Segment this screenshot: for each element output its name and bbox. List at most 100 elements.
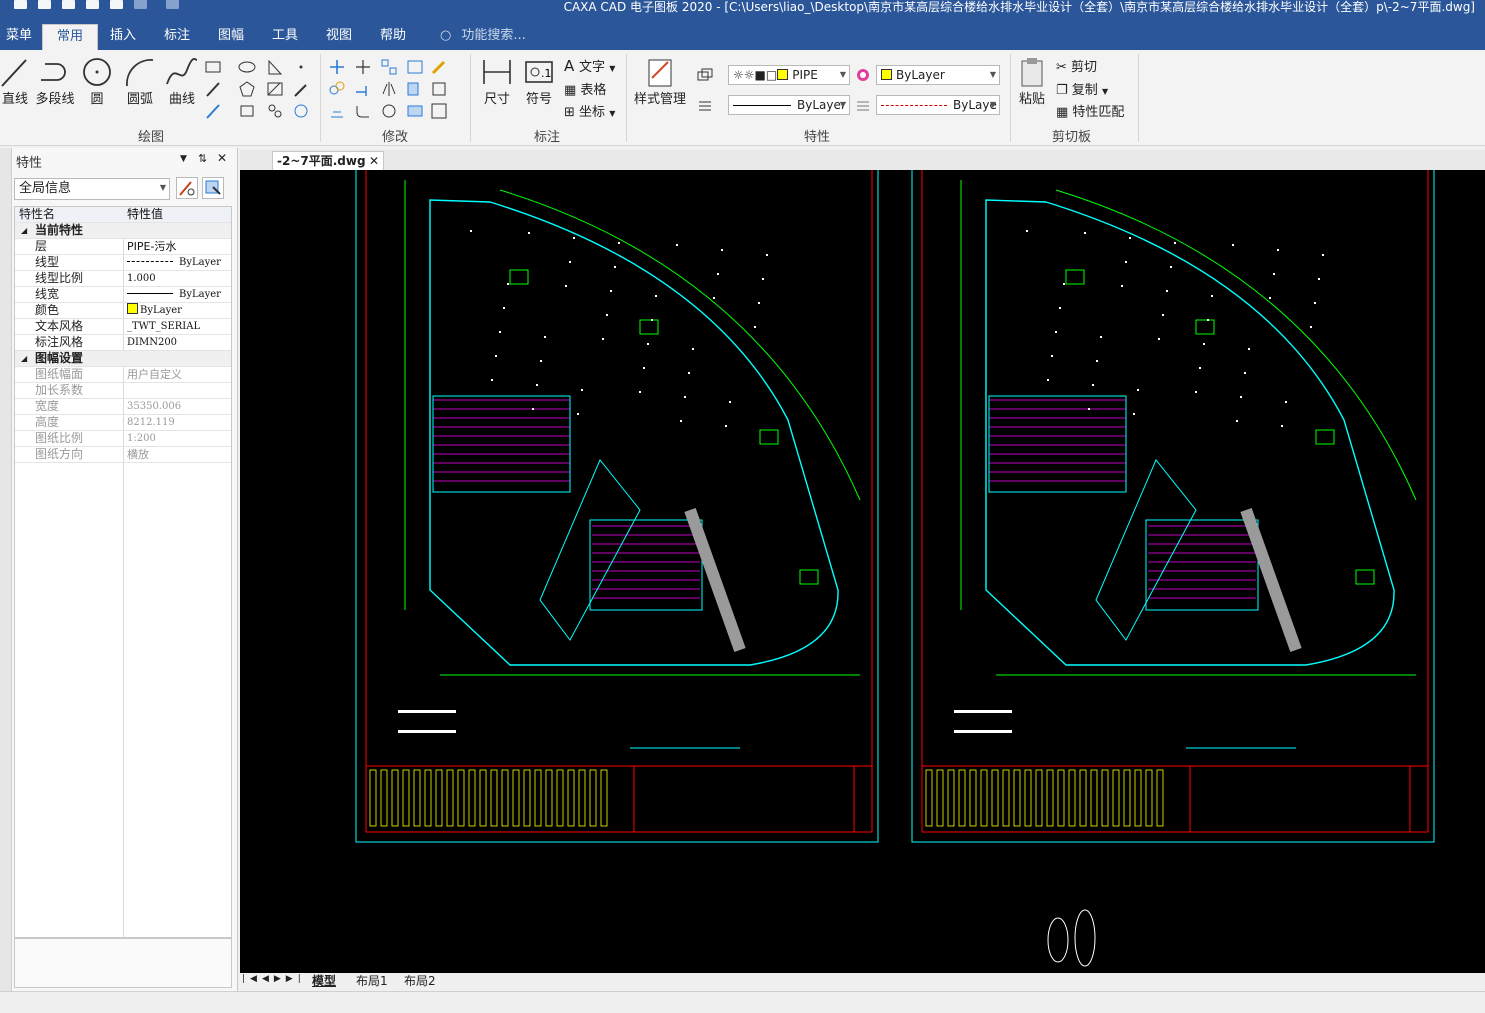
symbol-button[interactable]: .1 符号: [520, 56, 558, 107]
wipe-icon[interactable]: [238, 102, 256, 120]
prop-row-linetype-scale[interactable]: 线型比例 1.000: [15, 271, 231, 287]
text-button[interactable]: A 文字 ▼: [564, 56, 615, 75]
undo-icon[interactable]: [134, 0, 147, 9]
drawing-canvas[interactable]: [240, 170, 1485, 973]
tab-tools[interactable]: 工具: [266, 24, 304, 50]
select-objects-button[interactable]: [202, 177, 224, 199]
prop-row-text-style[interactable]: 文本风格 _TWT_SERIAL: [15, 319, 231, 335]
prop-row-sheet-size[interactable]: 图纸幅面 用户自定义: [15, 367, 231, 383]
property-description-pane: [14, 938, 232, 988]
lineweight-icon[interactable]: [854, 96, 872, 114]
close-tab-icon[interactable]: ✕: [369, 152, 379, 170]
dimension-button[interactable]: 尺寸: [478, 56, 516, 107]
print-icon[interactable]: [110, 0, 123, 9]
line-button[interactable]: 直线: [0, 56, 30, 107]
mirror-icon[interactable]: [380, 80, 398, 98]
layer-combo[interactable]: ☼☼■□ PIPE ▼: [728, 65, 850, 85]
new-file-icon[interactable]: [14, 0, 27, 9]
pin-icon[interactable]: ⇅: [198, 152, 207, 165]
extend-icon[interactable]: [354, 80, 372, 98]
quick-select-button[interactable]: [176, 177, 198, 199]
rotate-icon[interactable]: [380, 102, 398, 120]
close-icon[interactable]: ✕: [217, 151, 227, 165]
prop-row-linetype[interactable]: 线型 ByLayer: [15, 255, 231, 271]
prop-row-width[interactable]: 宽度 35350.006: [15, 399, 231, 415]
paste-button[interactable]: 粘贴: [1014, 56, 1050, 107]
tab-common[interactable]: 常用: [42, 24, 99, 50]
hatch-icon[interactable]: [266, 80, 284, 98]
offset-icon[interactable]: [328, 102, 346, 120]
tab-annotate[interactable]: 标注: [158, 24, 196, 50]
color-combo[interactable]: ByLayer ▼: [876, 65, 1000, 85]
erase-icon[interactable]: [430, 80, 448, 98]
layout-tab-2[interactable]: 布局2: [400, 973, 440, 991]
table-button[interactable]: ▦ 表格: [564, 79, 606, 98]
section-current[interactable]: ◢ 当前特性: [15, 223, 231, 239]
brush-icon[interactable]: [430, 58, 448, 76]
save-icon[interactable]: [62, 0, 75, 9]
prop-row-color[interactable]: 颜色 ByLayer: [15, 303, 231, 319]
stretch-icon[interactable]: [406, 80, 424, 98]
arc-button[interactable]: 圆弧: [122, 56, 158, 107]
prop-row-layer[interactable]: 层 PIPE-污水: [15, 239, 231, 255]
function-search[interactable]: ○ 功能搜索...: [440, 24, 526, 50]
layout-tab-model[interactable]: 模型: [308, 973, 340, 991]
linetype-manager-icon[interactable]: [696, 96, 714, 114]
layout-nav-arrows[interactable]: |◀◀▶▶|: [242, 974, 306, 984]
fillet-icon[interactable]: [354, 102, 372, 120]
copy-button[interactable]: ❐ 复制 ▼: [1056, 79, 1108, 98]
explode-icon[interactable]: [406, 102, 424, 120]
column-dot: [1121, 285, 1123, 287]
collapse-icon: ◢: [21, 226, 28, 235]
polygon-icon[interactable]: [238, 80, 256, 98]
linetype-combo[interactable]: ByLayer ▼: [728, 95, 850, 115]
ellipse-icon[interactable]: [238, 58, 256, 76]
prop-row-dim-style[interactable]: 标注风格 DIMN200: [15, 335, 231, 351]
curve-button[interactable]: 曲线: [164, 56, 200, 107]
match-properties-button[interactable]: ▦ 特性匹配: [1056, 101, 1124, 120]
style-manager-button[interactable]: 样式管理: [632, 56, 688, 107]
color-text: ByLayer: [140, 305, 182, 316]
trim-icon[interactable]: [354, 58, 372, 76]
circle-button[interactable]: 圆: [80, 56, 114, 107]
polyline-button[interactable]: 多段线: [34, 56, 76, 107]
tab-insert[interactable]: 插入: [104, 24, 142, 50]
edit-icon[interactable]: [430, 102, 448, 120]
tab-menu[interactable]: 菜单: [0, 24, 38, 50]
palette-icon[interactable]: [292, 102, 310, 120]
section-sheet-settings[interactable]: ◢ 图幅设置: [15, 351, 231, 367]
layer-manager-icon[interactable]: [696, 66, 714, 84]
prop-row-height[interactable]: 高度 8212.119: [15, 415, 231, 431]
rectangle-icon[interactable]: [204, 58, 222, 76]
move-icon[interactable]: [328, 58, 346, 76]
coordinate-button[interactable]: ⊞ 坐标 ▼: [564, 101, 615, 120]
tab-sheet[interactable]: 图幅: [212, 24, 250, 50]
point-icon[interactable]: [292, 58, 310, 76]
tab-help[interactable]: 帮助: [374, 24, 412, 50]
cad-drawing[interactable]: [240, 170, 1485, 973]
prop-row-orientation[interactable]: 图纸方向 横放: [15, 447, 231, 463]
scale-icon[interactable]: [406, 58, 424, 76]
open-file-icon[interactable]: [38, 0, 51, 9]
panel-menu-icon[interactable]: ▼: [180, 154, 187, 164]
copy-entity-icon[interactable]: [328, 80, 346, 98]
block-icon[interactable]: [266, 102, 284, 120]
array-icon[interactable]: [380, 58, 398, 76]
centerline-icon[interactable]: [204, 102, 222, 120]
scope-combo[interactable]: 全局信息 ▼: [14, 178, 170, 200]
pick-icon[interactable]: [292, 80, 310, 98]
tab-view[interactable]: 视图: [320, 24, 358, 50]
layout-tab-1[interactable]: 布局1: [352, 973, 392, 991]
pen-icon[interactable]: [204, 80, 222, 98]
lineweight-combo[interactable]: ByLaye ▼: [876, 95, 1000, 115]
cut-button[interactable]: ✂ 剪切: [1056, 56, 1097, 75]
save-as-icon[interactable]: [86, 0, 99, 9]
angle-line-icon[interactable]: [266, 58, 284, 76]
prop-row-scale[interactable]: 图纸比例 1:200: [15, 431, 231, 447]
prop-row-lineweight[interactable]: 线宽 ByLayer: [15, 287, 231, 303]
prop-row-extension[interactable]: 加长系数: [15, 383, 231, 399]
color-wheel-icon[interactable]: [854, 66, 872, 84]
redo-icon[interactable]: [166, 0, 179, 9]
document-tab[interactable]: -2~7平面.dwg ✕: [272, 151, 384, 170]
match-properties-icon: ▦: [1056, 105, 1073, 120]
